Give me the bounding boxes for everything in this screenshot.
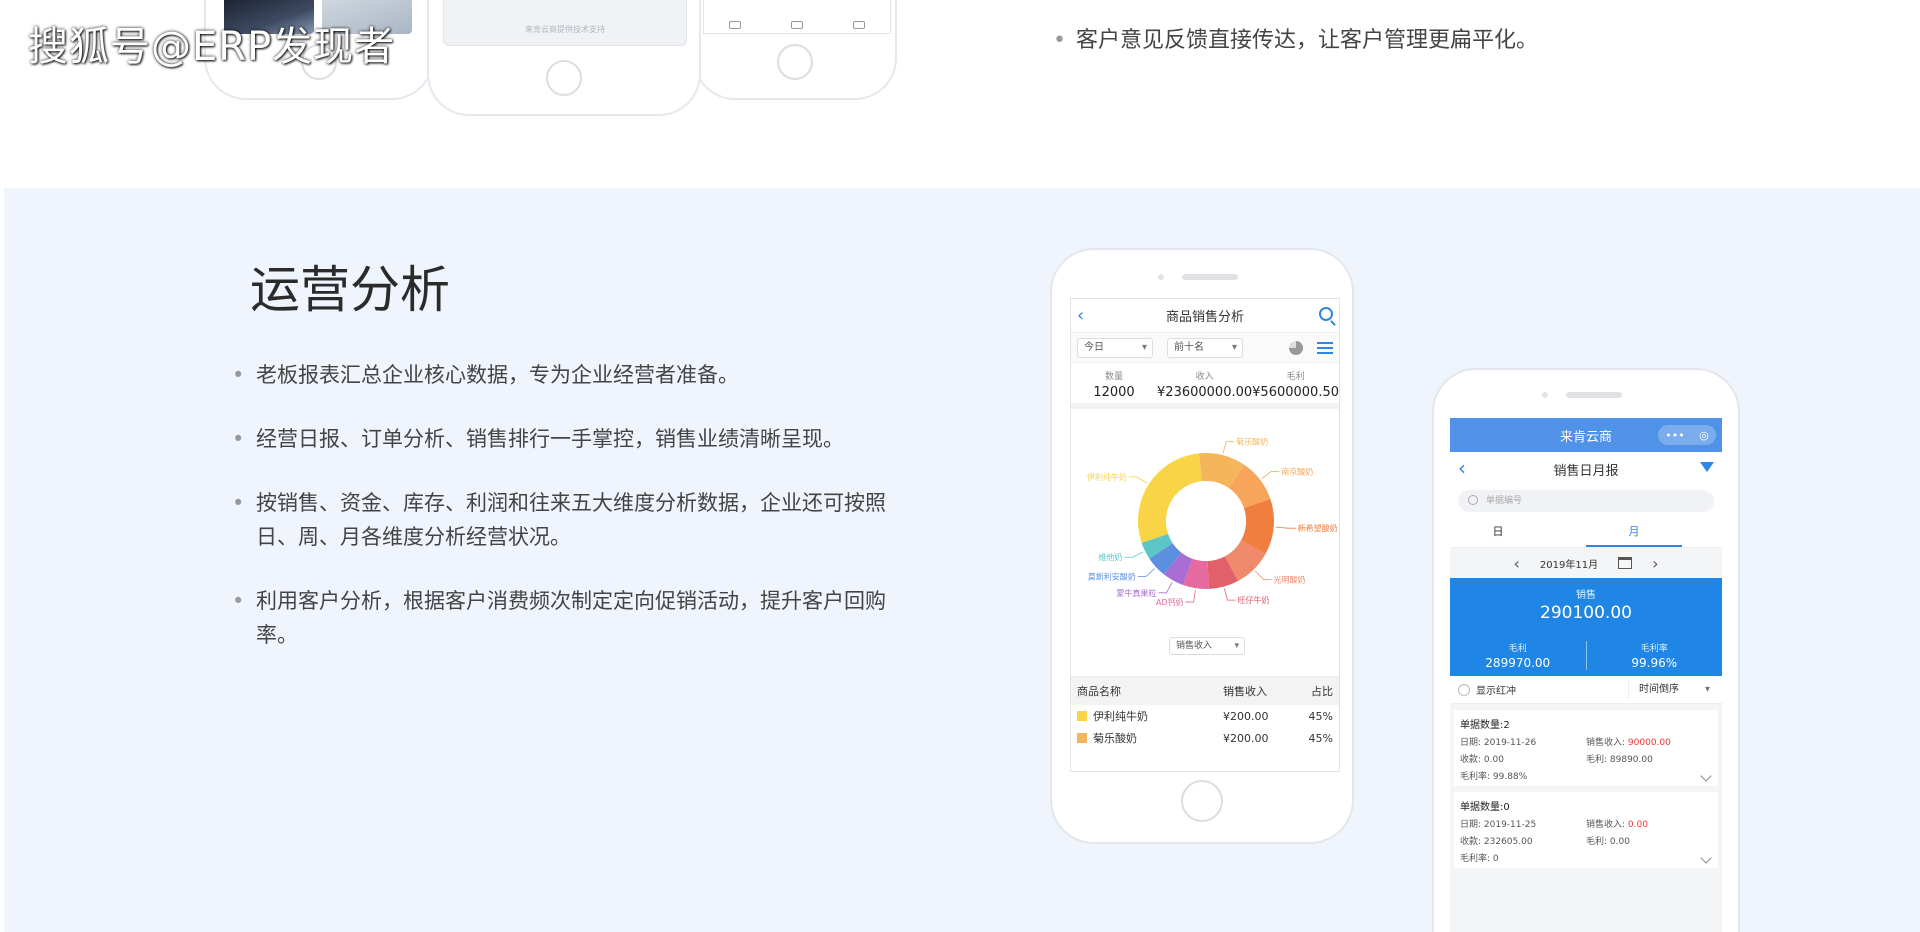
sales-summary: 销售 290100.00 毛利 289970.00 毛利率 99.96% bbox=[1450, 578, 1722, 676]
stat-revenue: 收入 ¥23600000.00 bbox=[1157, 372, 1253, 400]
search-icon[interactable] bbox=[1319, 307, 1333, 321]
donut-label: 南京酸奶 bbox=[1281, 466, 1313, 476]
phone-fragment-center: 来肯云商提供技术支持 bbox=[427, 0, 701, 116]
camera-icon bbox=[1542, 392, 1548, 398]
back-icon[interactable]: ‹ bbox=[1458, 456, 1466, 480]
current-date: 2019年11月 bbox=[1539, 559, 1599, 571]
stat-quantity: 数量 12000 bbox=[1093, 372, 1135, 400]
speaker-icon bbox=[1566, 392, 1622, 398]
table-header: 商品名称 销售收入 占比 bbox=[1071, 677, 1339, 705]
screen-title: 商品销售分析 bbox=[1165, 310, 1244, 325]
donut-leader-line bbox=[1185, 590, 1196, 603]
phone-tab-icon bbox=[729, 21, 741, 29]
feature-list: 老板报表汇总企业核心数据，专为企业经营者准备。 经营日报、订单分析、销售排行一手… bbox=[230, 358, 910, 682]
color-swatch bbox=[1077, 711, 1087, 721]
operations-analysis-section: 运营分析 老板报表汇总企业核心数据，专为企业经营者准备。 经营日报、订单分析、销… bbox=[4, 188, 1920, 932]
sales-analysis-screen: ‹ 商品销售分析 今日 前十名 数量12000 收入¥23600000.00 毛… bbox=[1070, 298, 1340, 772]
next-month-icon[interactable]: › bbox=[1652, 554, 1658, 573]
table-row[interactable]: 伊利纯牛奶 ¥200.00 45% bbox=[1071, 705, 1339, 727]
donut-leader-line bbox=[1275, 526, 1296, 529]
donut-label: AD钙奶 bbox=[1156, 597, 1184, 607]
phone-sales-analysis: ‹ 商品销售分析 今日 前十名 数量12000 收入¥23600000.00 毛… bbox=[1050, 248, 1354, 844]
feature-item: 利用客户分析，根据客户消费频次制定定向促销活动，提升客户回购率。 bbox=[230, 584, 910, 652]
rank-select[interactable]: 前十名 bbox=[1167, 337, 1243, 358]
list-item[interactable]: 单据数量:2 日期: 2019-11-26 销售收入: 90000.00 收款:… bbox=[1454, 710, 1718, 786]
donut-label: 维他奶 bbox=[1098, 552, 1122, 562]
home-button-icon bbox=[1181, 780, 1223, 822]
home-button-icon bbox=[777, 44, 813, 80]
feature-item: 老板报表汇总企业核心数据，专为企业经营者准备。 bbox=[230, 358, 910, 392]
tab-month[interactable]: 月 bbox=[1586, 518, 1682, 547]
donut-label: 莫斯利安酸奶 bbox=[1088, 572, 1136, 582]
phone-tab-icon bbox=[853, 21, 865, 29]
color-swatch bbox=[1077, 733, 1087, 743]
donut-leader-line bbox=[1128, 476, 1148, 484]
prev-month-icon[interactable]: ‹ bbox=[1514, 554, 1520, 573]
chart-mode-select[interactable]: 销售收入 bbox=[1169, 637, 1245, 655]
donut-label: 旺仔牛奶 bbox=[1237, 595, 1269, 605]
back-icon[interactable]: ‹ bbox=[1077, 305, 1084, 326]
tab-day[interactable]: 日 bbox=[1450, 518, 1546, 547]
donut-leader-line bbox=[1137, 568, 1155, 578]
donut-label: 光明酸奶 bbox=[1274, 574, 1306, 584]
app-header: 来肯云商 ••• ◎ bbox=[1450, 418, 1722, 452]
search-input[interactable]: 单据编号 bbox=[1458, 490, 1714, 512]
table-row[interactable]: 菊乐酸奶 ¥200.00 45% bbox=[1071, 727, 1339, 749]
list-icon[interactable] bbox=[1317, 341, 1333, 354]
more-icon[interactable]: ••• bbox=[1665, 429, 1684, 442]
speaker-icon bbox=[1182, 274, 1238, 280]
phone-sales-report: 来肯云商 ••• ◎ ‹ 销售日月报 单据编号 日 月 ‹ 2019年11月 ›… bbox=[1432, 368, 1740, 932]
donut-label: 伊利纯牛奶 bbox=[1087, 472, 1127, 482]
show-red-label: 显示红冲 bbox=[1476, 686, 1516, 697]
phone-tab-icon bbox=[791, 21, 803, 29]
donut-label: 蒙牛真果粒 bbox=[1116, 588, 1156, 598]
sort-select[interactable]: 时间倒序 bbox=[1628, 679, 1714, 700]
donut-leader-line bbox=[1124, 551, 1144, 558]
show-red-radio[interactable] bbox=[1458, 683, 1470, 696]
pie-chart-icon[interactable] bbox=[1289, 340, 1303, 355]
support-text: 来肯云商提供技术支持 bbox=[525, 25, 605, 34]
camera-icon bbox=[1158, 274, 1164, 280]
donut-leader-line bbox=[1158, 582, 1173, 594]
watermark: 搜狐号@ERP发现者 bbox=[28, 24, 396, 70]
donut-leader-line bbox=[1261, 470, 1280, 479]
filter-icon[interactable] bbox=[1700, 462, 1714, 472]
home-button-icon bbox=[546, 60, 582, 96]
donut-leader-line bbox=[1254, 570, 1272, 580]
sales-report-screen: 来肯云商 ••• ◎ ‹ 销售日月报 单据编号 日 月 ‹ 2019年11月 ›… bbox=[1450, 418, 1722, 932]
sales-value: 290100.00 bbox=[1540, 603, 1632, 623]
donut-label: 新希望酸奶 bbox=[1298, 523, 1338, 533]
screen-title: 销售日月报 bbox=[1553, 463, 1619, 479]
donut-leader-line bbox=[1223, 588, 1236, 601]
donut-chart: 伊利纯牛奶 菊乐酸奶南京酸奶新希望酸奶光明酸奶旺仔牛奶 AD钙奶 蒙牛真果粒 莫斯利安酸… bbox=[1071, 409, 1339, 677]
list-item[interactable]: 单据数量:0 日期: 2019-11-25 销售收入: 0.00 收款: 232… bbox=[1454, 792, 1718, 868]
period-select[interactable]: 今日 bbox=[1077, 337, 1153, 358]
feature-item: 按销售、资金、库存、利润和往来五大维度分析数据，企业还可按照日、周、月各维度分析… bbox=[230, 486, 910, 554]
phone-fragment-right bbox=[693, 0, 897, 100]
feedback-bullet: 客户意见反馈直接传达，让客户管理更扁平化。 bbox=[1053, 22, 1538, 54]
calendar-icon[interactable] bbox=[1618, 557, 1633, 569]
close-target-icon[interactable]: ◎ bbox=[1699, 429, 1709, 442]
section-title: 运营分析 bbox=[250, 261, 450, 319]
feature-item: 经营日报、订单分析、销售排行一手掌控，销售业绩清晰呈现。 bbox=[230, 422, 910, 456]
donut-leader-line bbox=[1222, 441, 1235, 454]
donut-label: 菊乐酸奶 bbox=[1236, 437, 1268, 447]
mini-program-capsule[interactable]: ••• ◎ bbox=[1658, 425, 1716, 445]
donut-hole bbox=[1166, 481, 1246, 561]
donut-chart-svg: 伊利纯牛奶 菊乐酸奶南京酸奶新希望酸奶光明酸奶旺仔牛奶 AD钙奶蒙牛真果粒 莫斯利安酸… bbox=[1087, 437, 1338, 608]
stat-profit: 毛利 ¥5600000.50 bbox=[1252, 372, 1339, 400]
